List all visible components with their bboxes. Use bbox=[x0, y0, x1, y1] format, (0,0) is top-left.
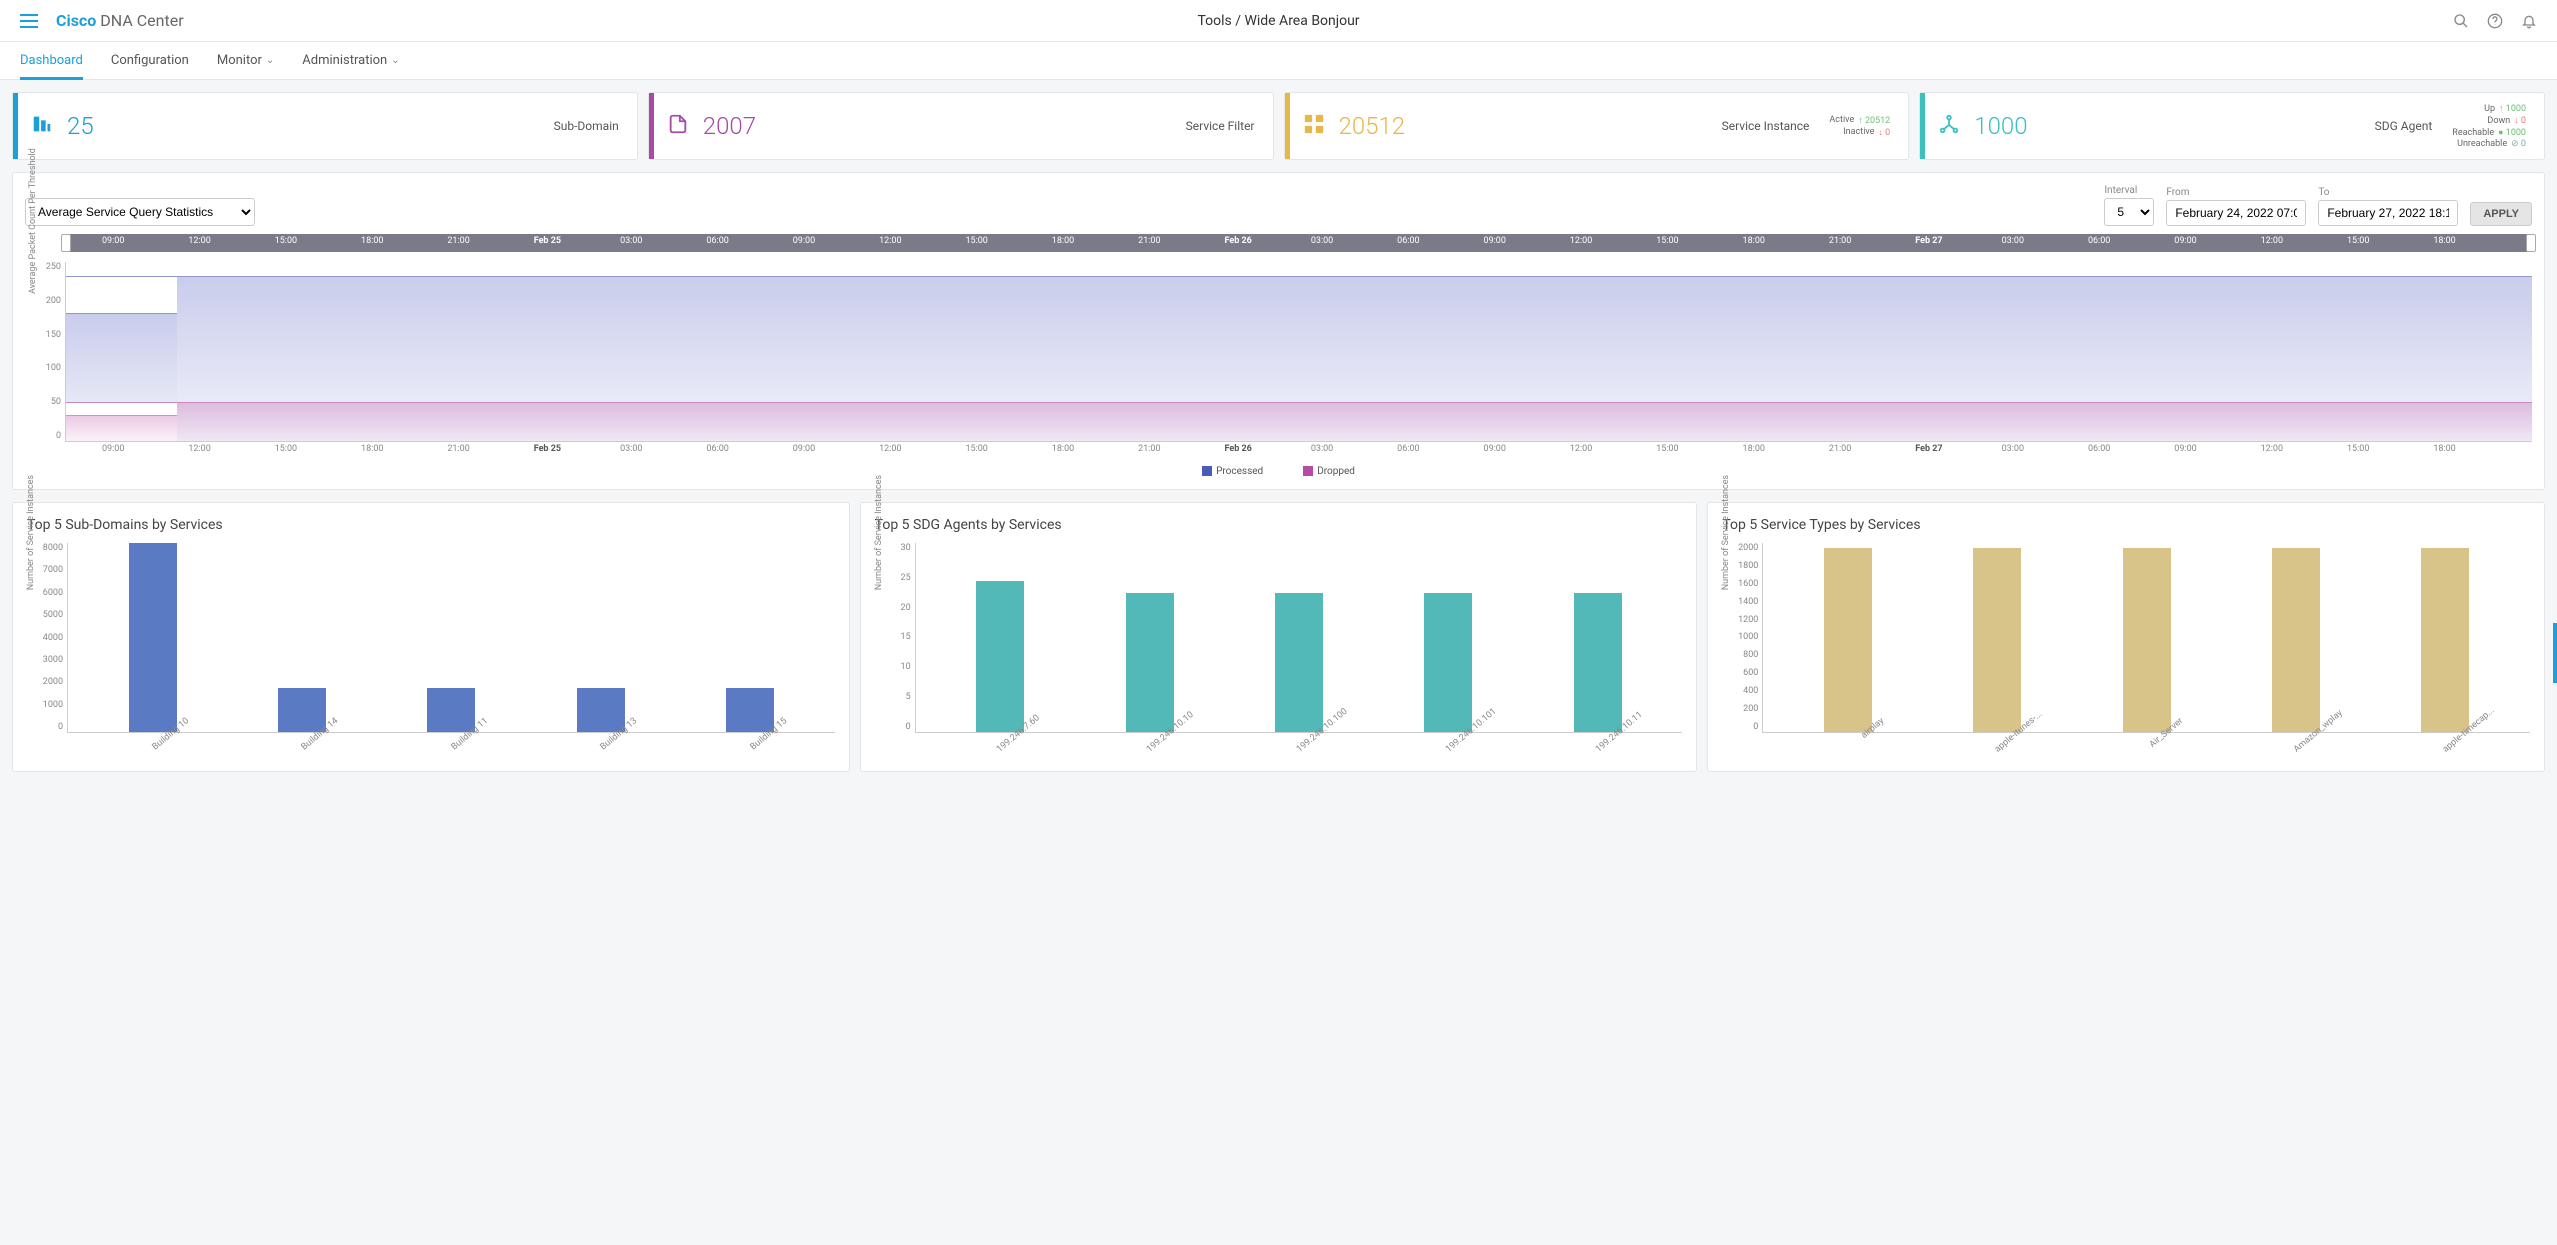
bc-xaxis: airplayapple-itunes-...Air_ServerAmazon_… bbox=[1762, 733, 2530, 757]
brand-light: DNA Center bbox=[100, 11, 183, 30]
summary-cards: 25 Sub-Domain 2007 Service Filter 20512 … bbox=[0, 80, 2557, 172]
brand-bold: Cisco bbox=[56, 11, 96, 30]
card-label: Service Filter bbox=[1186, 119, 1255, 133]
bar[interactable] bbox=[427, 688, 475, 732]
bc-yaxis: 302520151050 bbox=[881, 543, 911, 732]
bar[interactable] bbox=[1424, 593, 1472, 732]
grid-icon bbox=[1303, 113, 1325, 139]
bar[interactable] bbox=[2272, 548, 2320, 732]
bar-chart: 302520151050 bbox=[915, 543, 1683, 733]
bottom-panels: Top 5 Sub-Domains by Services Number of … bbox=[0, 502, 2557, 784]
bar-chart: 2000180016001400120010008006004002000 bbox=[1762, 543, 2530, 733]
interval-select[interactable]: 5 bbox=[2104, 198, 2154, 226]
panel-top-5-sub-domains-by-services: Top 5 Sub-Domains by Services Number of … bbox=[12, 502, 850, 772]
bar[interactable] bbox=[1574, 593, 1622, 732]
tab-monitor[interactable]: Monitor⌄ bbox=[217, 42, 274, 79]
interval-label: Interval bbox=[2104, 185, 2154, 196]
apply-button[interactable]: APPLY bbox=[2470, 202, 2532, 226]
panel-title: Top 5 SDG Agents by Services bbox=[875, 517, 1683, 533]
bar[interactable] bbox=[726, 688, 774, 732]
main-chart-legend: Processed Dropped bbox=[25, 466, 2532, 477]
summary-card-service-instance[interactable]: 20512 Service Instance Active↑ 20512Inact… bbox=[1284, 92, 1910, 160]
menu-icon[interactable] bbox=[20, 14, 38, 28]
card-mini-stats: Up↑ 1000Down↓ 0Reachable● 1000Unreachabl… bbox=[2452, 103, 2526, 149]
bar[interactable] bbox=[1126, 593, 1174, 732]
summary-card-sdg-agent[interactable]: 1000 SDG Agent Up↑ 1000Down↓ 0Reachable● … bbox=[1919, 92, 2545, 160]
bar[interactable] bbox=[976, 581, 1024, 732]
panel-title: Top 5 Sub-Domains by Services bbox=[27, 517, 835, 533]
main-chart-panel: Average Service Query Statistics Interva… bbox=[12, 172, 2545, 490]
bc-yaxis: 2000180016001400120010008006004002000 bbox=[1728, 543, 1758, 732]
timeline-scrubber[interactable]: 09:0012:0015:0018:0021:00Feb 2503:0006:0… bbox=[65, 234, 2532, 252]
scrubber-handle-left[interactable] bbox=[61, 234, 71, 252]
bar[interactable] bbox=[577, 688, 625, 732]
breadcrumb: Tools / Wide Area Bonjour bbox=[1197, 13, 1359, 29]
card-label: SDG Agent bbox=[2375, 119, 2433, 133]
tab-administration[interactable]: Administration⌄ bbox=[302, 42, 399, 79]
tab-configuration[interactable]: Configuration bbox=[111, 42, 189, 79]
chevron-down-icon: ⌄ bbox=[266, 55, 274, 66]
bar[interactable] bbox=[129, 543, 177, 732]
side-accent bbox=[2553, 623, 2557, 683]
card-value: 2007 bbox=[703, 112, 756, 140]
bc-yaxis: 800070006000500040003000200010000 bbox=[33, 543, 63, 732]
panel-top-5-sdg-agents-by-services: Top 5 SDG Agents by Services Number of S… bbox=[860, 502, 1698, 772]
help-icon[interactable] bbox=[2487, 13, 2503, 29]
tab-dashboard[interactable]: Dashboard bbox=[20, 42, 83, 79]
network-icon bbox=[1938, 113, 1960, 139]
tab-bar: Dashboard Configuration Monitor⌄ Administra… bbox=[0, 42, 2557, 80]
legend-dropped: Dropped bbox=[1303, 466, 1355, 477]
from-input[interactable] bbox=[2166, 200, 2306, 226]
bc-xaxis: 199.246.7.60199.246.10.10199.246.10.1001… bbox=[915, 733, 1683, 757]
bar[interactable] bbox=[2123, 548, 2171, 732]
bell-icon[interactable] bbox=[2521, 13, 2537, 29]
area-dropped bbox=[66, 402, 2532, 441]
panel-title: Top 5 Service Types by Services bbox=[1722, 517, 2530, 533]
bar[interactable] bbox=[1275, 593, 1323, 732]
legend-processed: Processed bbox=[1202, 466, 1263, 477]
summary-card-service-filter[interactable]: 2007 Service Filter bbox=[648, 92, 1274, 160]
top-bar: Cisco DNA Center Tools / Wide Area Bonjo… bbox=[0, 0, 2557, 42]
bar[interactable] bbox=[2421, 548, 2469, 732]
card-label: Sub-Domain bbox=[554, 119, 619, 133]
search-icon[interactable] bbox=[2453, 13, 2469, 29]
chart-metric-select[interactable]: Average Service Query Statistics bbox=[25, 198, 255, 226]
building-icon bbox=[31, 113, 53, 139]
main-chart-yaxis: 250200150100500 bbox=[31, 262, 61, 441]
card-value: 25 bbox=[67, 112, 94, 140]
document-icon bbox=[667, 113, 689, 139]
top-icons bbox=[2453, 13, 2537, 29]
panel-top-5-service-types-by-services: Top 5 Service Types by Services Number o… bbox=[1707, 502, 2545, 772]
main-chart-xaxis: 09:0012:0015:0018:0021:00Feb 2503:0006:0… bbox=[65, 442, 2532, 460]
summary-card-sub-domain[interactable]: 25 Sub-Domain bbox=[12, 92, 638, 160]
to-input[interactable] bbox=[2318, 200, 2458, 226]
bar-chart: 800070006000500040003000200010000 bbox=[67, 543, 835, 733]
chevron-down-icon: ⌄ bbox=[391, 55, 399, 66]
brand: Cisco DNA Center bbox=[56, 11, 184, 30]
bar[interactable] bbox=[1973, 548, 2021, 732]
bc-xaxis: Building 10Building 14Building 11Buildin… bbox=[67, 733, 835, 757]
bar[interactable] bbox=[278, 688, 326, 732]
card-value: 20512 bbox=[1339, 112, 1406, 140]
from-label: From bbox=[2166, 187, 2306, 198]
main-area-chart: 250200150100500 bbox=[65, 262, 2532, 442]
bar[interactable] bbox=[1824, 548, 1872, 732]
to-label: To bbox=[2318, 187, 2458, 198]
scrubber-handle-right[interactable] bbox=[2526, 234, 2536, 252]
card-mini-stats: Active↑ 20512Inactive↓ 0 bbox=[1829, 115, 1890, 138]
chart-controls: Average Service Query Statistics Interva… bbox=[25, 185, 2532, 226]
card-label: Service Instance bbox=[1722, 119, 1810, 133]
card-value: 1000 bbox=[1974, 112, 2027, 140]
